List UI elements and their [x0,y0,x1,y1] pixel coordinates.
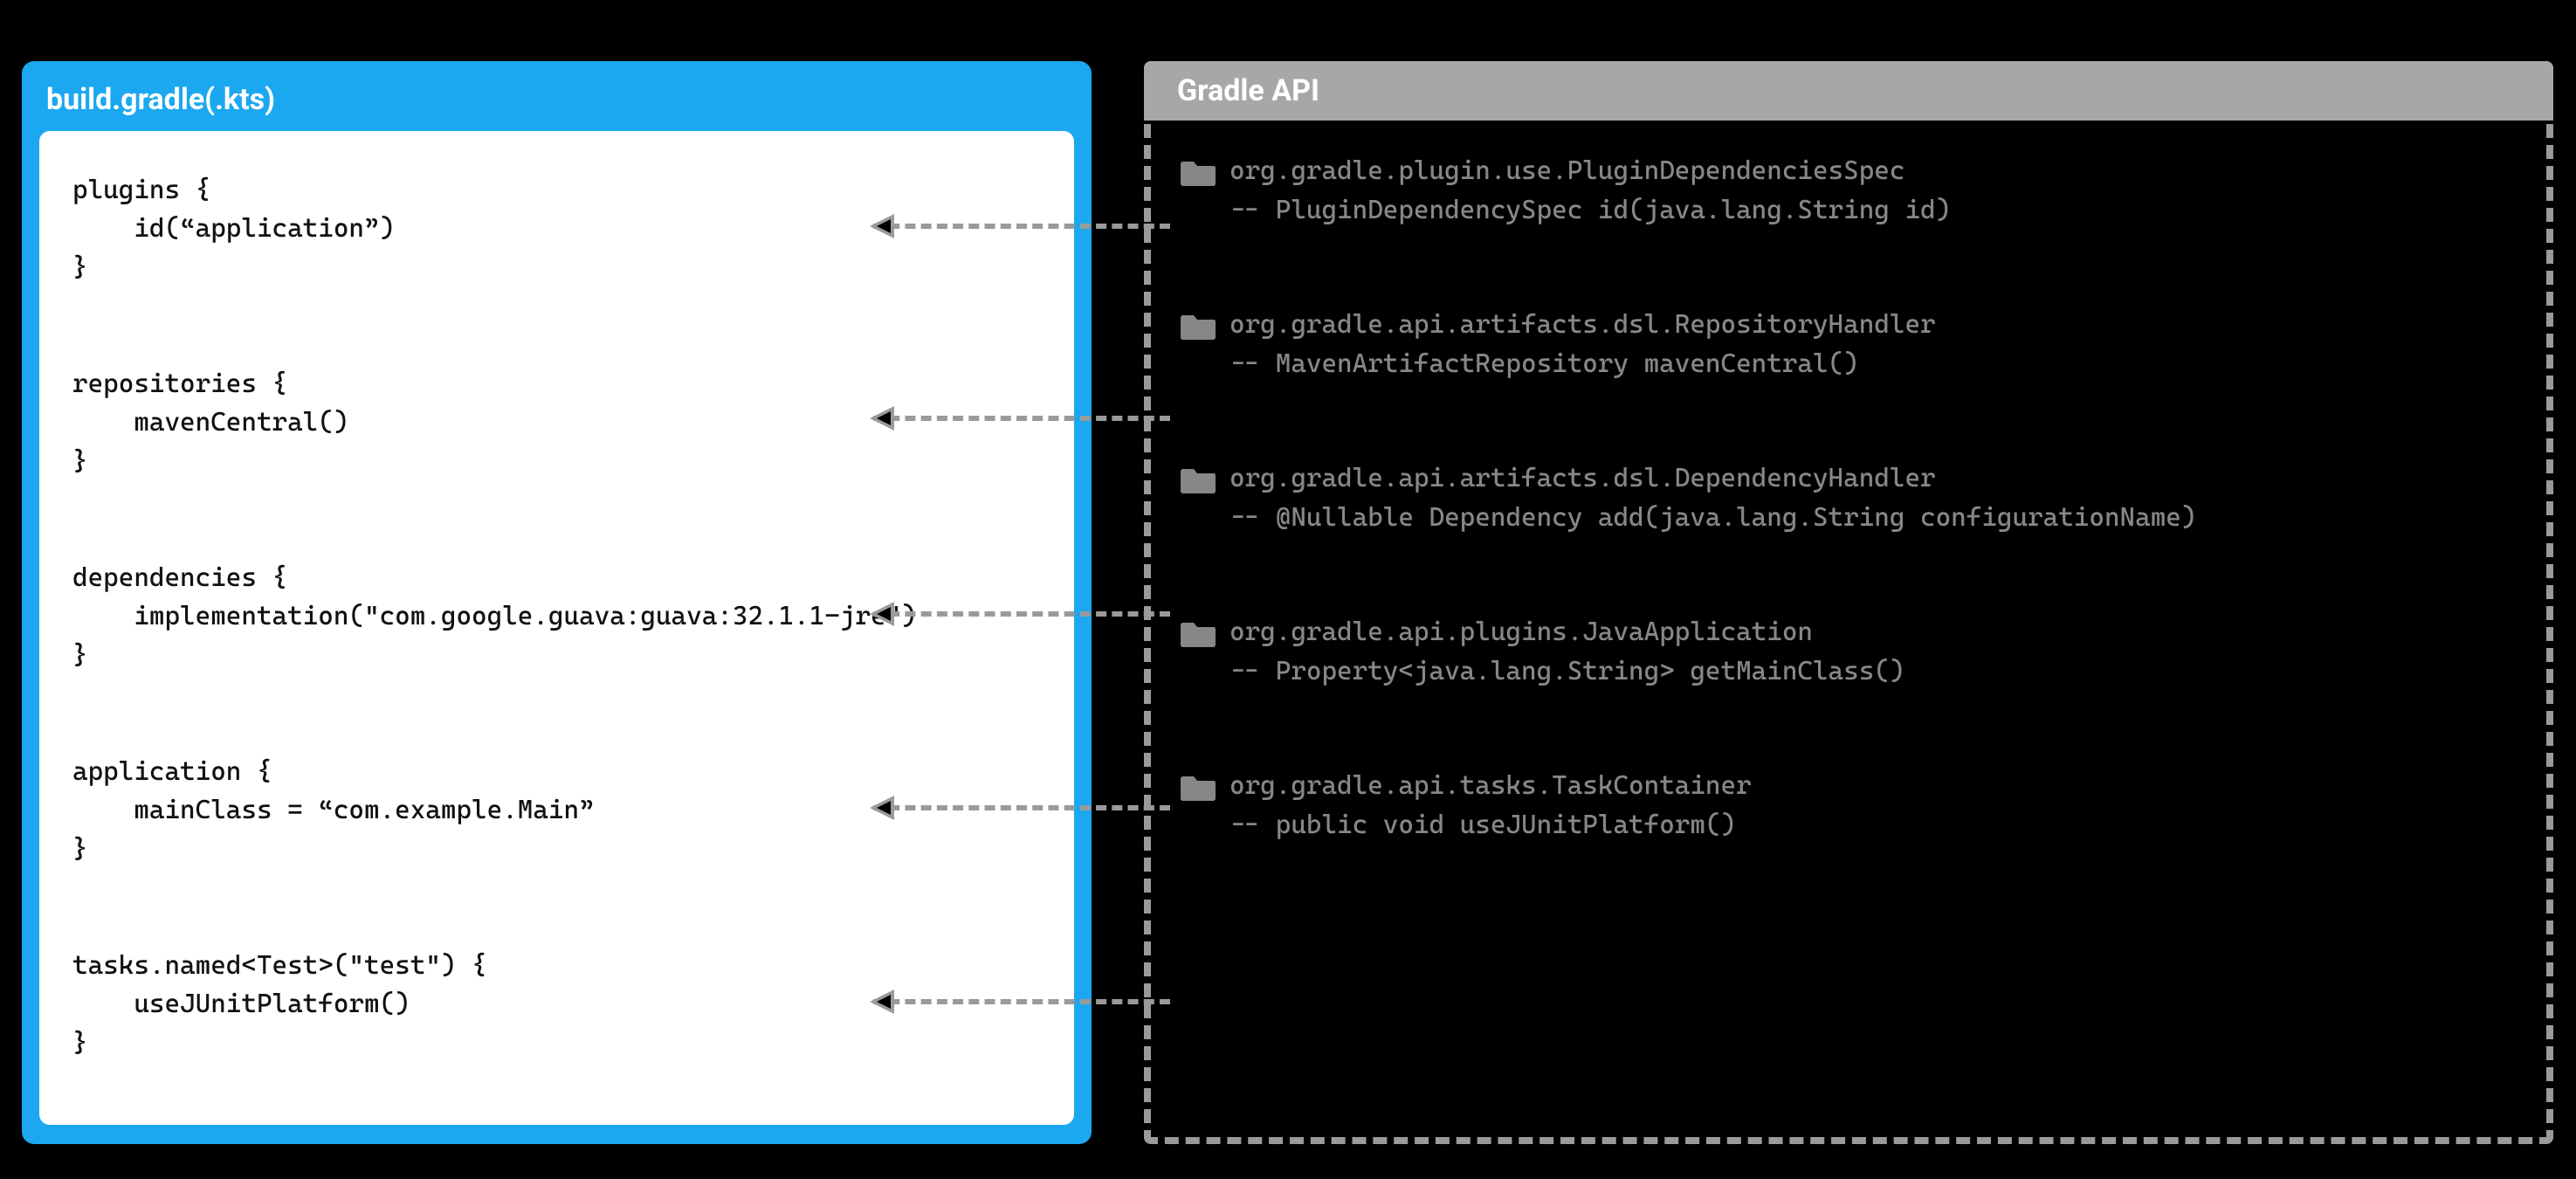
arrowhead-icon [870,406,894,431]
connector-arrow [873,999,1170,1004]
gradle-api-title: Gradle API [1144,61,2553,121]
folder-icon [1181,771,1216,801]
folder-icon [1181,617,1216,647]
api-class-name: org.gradle.api.plugins.JavaApplication [1229,617,1813,647]
connector-arrow [873,611,1170,617]
arrowhead-icon [870,602,894,626]
api-entry: org.gradle.plugin.use.PluginDependencies… [1181,155,2518,225]
code-container: plugins { id(“application”) } repositori… [39,131,1074,1125]
arrowhead-icon [870,214,894,238]
folder-icon [1181,464,1216,493]
api-method-signature: -- @Nullable Dependency add(java.lang.St… [1181,502,2518,533]
api-method-signature: -- PluginDependencySpec id(java.lang.Str… [1181,195,2518,225]
gradle-api-panel: Gradle API org.gradle.plugin.use.PluginD… [1144,61,2553,1144]
connector-arrow [873,805,1170,810]
arrowhead-icon [870,989,894,1014]
connector-arrow [873,416,1170,421]
api-entry: org.gradle.api.tasks.TaskContainer -- pu… [1181,770,2518,840]
api-entry: org.gradle.api.artifacts.dsl.DependencyH… [1181,463,2518,533]
api-class-name: org.gradle.api.tasks.TaskContainer [1229,770,1752,801]
api-method-signature: -- public void useJUnitPlatform() [1181,810,2518,840]
folder-icon [1181,310,1216,340]
api-class-name: org.gradle.api.artifacts.dsl.DependencyH… [1229,463,1936,493]
api-entry: org.gradle.api.plugins.JavaApplication -… [1181,617,2518,686]
api-class-name: org.gradle.plugin.use.PluginDependencies… [1229,155,1904,186]
api-method-signature: -- MavenArtifactRepository mavenCentral(… [1181,348,2518,379]
build-file-title: build.gradle(.kts) [39,79,1074,131]
folder-icon [1181,156,1216,186]
api-class-name: org.gradle.api.artifacts.dsl.RepositoryH… [1229,309,1936,340]
api-method-signature: -- Property<java.lang.String> getMainCla… [1181,656,2518,686]
connector-arrow [873,224,1170,229]
arrowhead-icon [870,796,894,820]
api-entry: org.gradle.api.artifacts.dsl.RepositoryH… [1181,309,2518,379]
api-list: org.gradle.plugin.use.PluginDependencies… [1151,121,2546,950]
build-file-code: plugins { id(“application”) } repositori… [72,171,1041,1063]
